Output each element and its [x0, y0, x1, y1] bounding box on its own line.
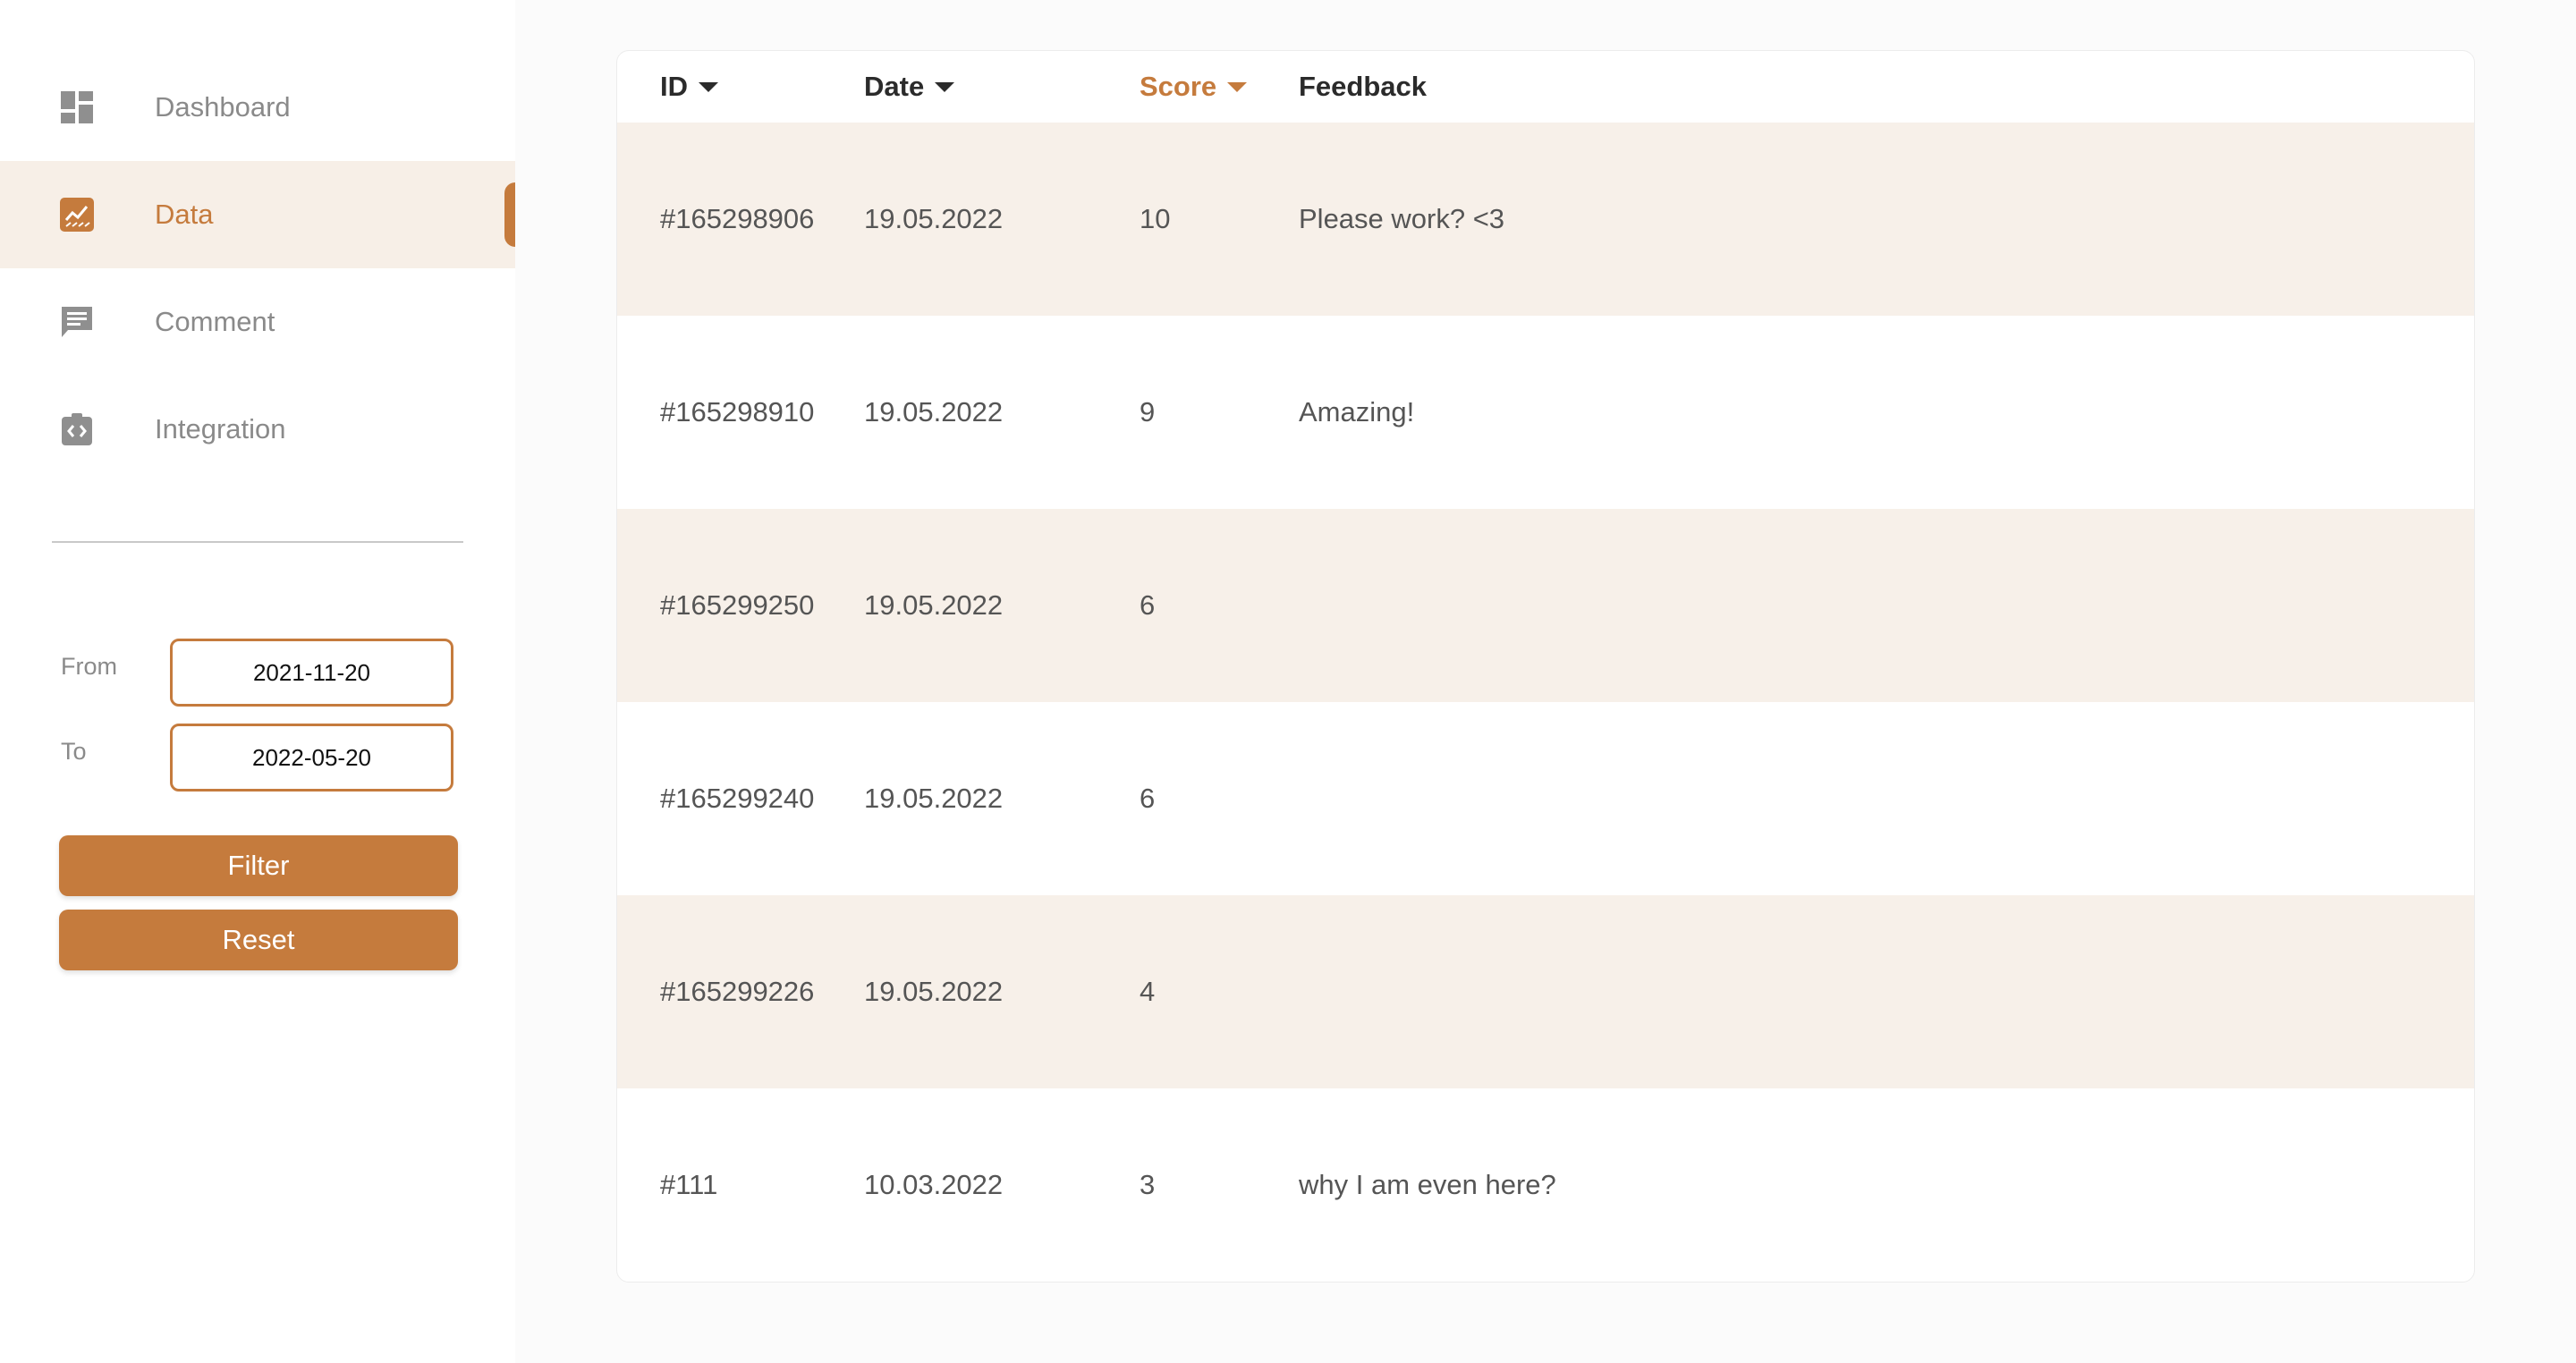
column-header-feedback: Feedback — [1299, 51, 1427, 123]
filter-button[interactable]: Filter — [59, 835, 458, 896]
feedback-table: ID Date Score Feedback #165298906 19.05.… — [616, 50, 2475, 1283]
sort-caret-icon — [935, 81, 955, 92]
reset-button[interactable]: Reset — [59, 910, 458, 970]
to-date-input[interactable] — [170, 724, 453, 792]
cell-date: 19.05.2022 — [864, 203, 1004, 234]
to-label: To — [61, 738, 87, 765]
cell-feedback: Amazing! — [1299, 396, 1415, 428]
column-header-id[interactable]: ID — [660, 51, 718, 123]
cell-id: #165298910 — [660, 396, 815, 428]
sidebar-item-integration[interactable]: Integration — [0, 376, 515, 483]
integration-icon — [57, 410, 97, 449]
column-header-label: Score — [1140, 71, 1217, 102]
cell-score: 9 — [1140, 396, 1156, 428]
cell-score: 4 — [1140, 976, 1156, 1007]
comment-icon — [57, 302, 97, 342]
cell-id: #165299250 — [660, 589, 815, 621]
cell-score: 6 — [1140, 589, 1156, 621]
column-header-score[interactable]: Score — [1140, 51, 1248, 123]
cell-date: 19.05.2022 — [864, 589, 1004, 621]
table-row[interactable]: #165298910 19.05.2022 9 Amazing! — [617, 316, 2474, 509]
cell-score: 10 — [1140, 203, 1171, 234]
active-indicator — [504, 182, 515, 247]
sidebar-item-label: Comment — [155, 306, 275, 337]
cell-feedback: why I am even here? — [1299, 1169, 1556, 1200]
sidebar-divider — [52, 541, 463, 543]
sidebar-item-data[interactable]: Data — [0, 161, 515, 268]
cell-feedback: Please work? <3 — [1299, 203, 1505, 234]
sidebar-item-label: Data — [155, 199, 214, 230]
cell-id: #165299240 — [660, 783, 815, 814]
table-row[interactable]: #111 10.03.2022 3 why I am even here? — [617, 1088, 2474, 1282]
column-header-date[interactable]: Date — [864, 51, 955, 123]
column-header-label: Date — [864, 71, 925, 102]
column-header-label: Feedback — [1299, 71, 1428, 102]
cell-date: 19.05.2022 — [864, 396, 1004, 428]
table-row[interactable]: #165299240 19.05.2022 6 — [617, 702, 2474, 895]
sort-caret-icon — [1227, 81, 1248, 92]
table-row[interactable]: #165299250 19.05.2022 6 — [617, 509, 2474, 702]
cell-score: 6 — [1140, 783, 1156, 814]
sidebar-item-label: Integration — [155, 413, 286, 444]
from-label: From — [61, 653, 117, 680]
column-header-label: ID — [660, 71, 688, 102]
sidebar: Dashboard Data Comment Integration From … — [0, 0, 515, 1363]
dashboard-icon — [57, 88, 97, 127]
table-row[interactable]: #165299226 19.05.2022 4 — [617, 895, 2474, 1088]
sidebar-item-label: Dashboard — [155, 91, 291, 123]
sort-caret-icon — [699, 81, 718, 92]
cell-id: #165299226 — [660, 976, 815, 1007]
cell-date: 10.03.2022 — [864, 1169, 1004, 1200]
cell-date: 19.05.2022 — [864, 976, 1004, 1007]
cell-id: #165298906 — [660, 203, 815, 234]
sidebar-item-dashboard[interactable]: Dashboard — [0, 54, 515, 161]
cell-id: #111 — [660, 1169, 718, 1200]
chart-icon — [57, 195, 97, 234]
cell-score: 3 — [1140, 1169, 1156, 1200]
table-row[interactable]: #165298906 19.05.2022 10 Please work? <3 — [617, 123, 2474, 316]
from-date-input[interactable] — [170, 639, 453, 707]
cell-date: 19.05.2022 — [864, 783, 1004, 814]
sidebar-item-comment[interactable]: Comment — [0, 268, 515, 376]
table-header: ID Date Score Feedback — [617, 51, 2474, 123]
